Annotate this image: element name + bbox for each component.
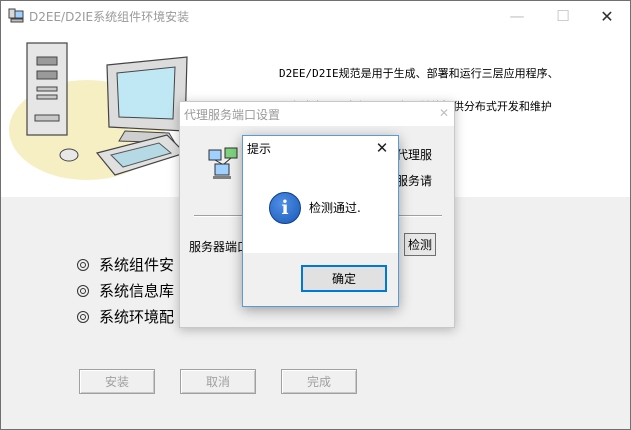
message-footer: 确定: [243, 253, 398, 306]
option-component-install[interactable]: 系统组件安: [77, 254, 174, 275]
network-computers-icon: [208, 147, 238, 179]
window-title: D2EE/D2IE系统组件环境安装: [29, 10, 190, 24]
app-icon: [8, 8, 24, 23]
finish-button[interactable]: 完成: [281, 369, 357, 394]
option-label: 系统组件安: [99, 256, 175, 274]
message-text: 检测通过.: [309, 201, 361, 215]
check-button[interactable]: 检测: [404, 233, 436, 256]
computer-illustration: [9, 42, 188, 180]
cancel-button[interactable]: 取消: [180, 369, 256, 394]
description-line-1: D2EE/D2IE规范是用于生成、部署和运行三层应用程序、: [279, 67, 559, 80]
option-environment-config[interactable]: 系统环境配: [77, 306, 174, 327]
message-close-button[interactable]: ✕: [371, 138, 393, 158]
message-box: 提示 ✕ i 检测通过. 确定: [242, 135, 399, 307]
proxy-text-fragment-1: 代理服: [396, 148, 433, 162]
title-bar: D2EE/D2IE系统组件环境安装 — ☐ ✕: [1, 1, 630, 31]
close-button[interactable]: ✕: [584, 1, 630, 31]
proxy-dialog-title: 代理服务端口设置: [184, 108, 281, 122]
radio-icon[interactable]: [77, 284, 89, 297]
radio-icon[interactable]: [77, 310, 89, 323]
radio-icon[interactable]: [77, 258, 89, 271]
ok-button[interactable]: 确定: [301, 265, 387, 292]
option-info-repository[interactable]: 系统信息库: [77, 280, 174, 301]
info-icon: i: [269, 192, 301, 224]
minimize-button[interactable]: —: [494, 1, 540, 31]
proxy-dialog-title-bar: 代理服务端口设置 ✕: [180, 102, 454, 126]
port-label: 服务器端口: [189, 240, 250, 254]
proxy-text-fragment-2: 服务请: [396, 174, 433, 188]
maximize-button[interactable]: ☐: [540, 1, 586, 31]
message-box-title: 提示: [247, 142, 272, 156]
proxy-close-button[interactable]: ✕: [436, 105, 452, 121]
install-button[interactable]: 安装: [79, 369, 155, 394]
option-label: 系统信息库: [99, 282, 175, 300]
option-label: 系统环境配: [99, 308, 175, 326]
